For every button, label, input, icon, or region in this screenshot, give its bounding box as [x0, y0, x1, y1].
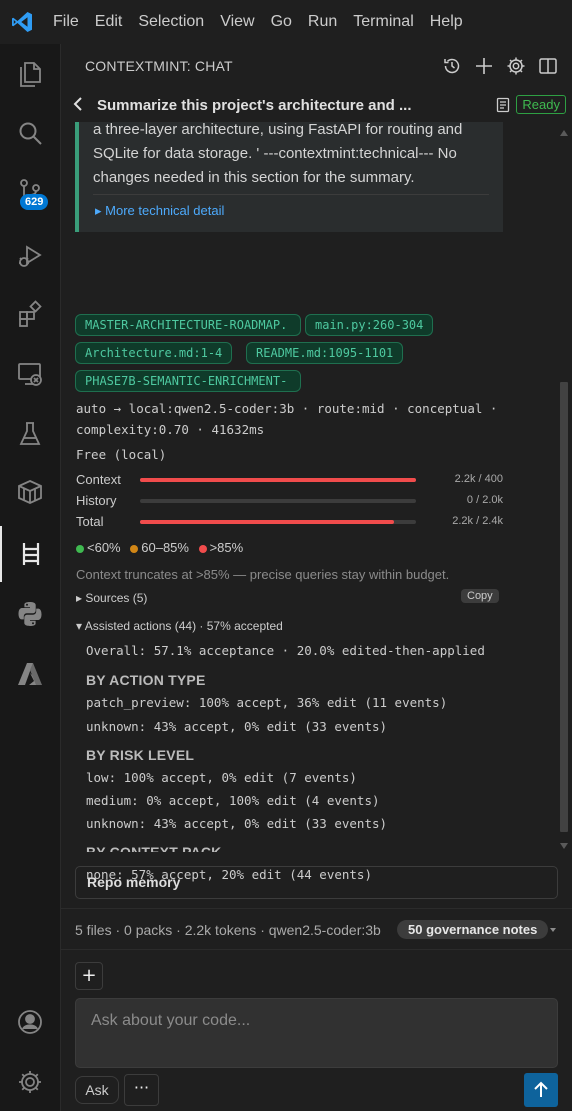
- send-arrow-icon: [534, 1081, 548, 1097]
- stat-line: patch_preview: 100% accept, 36% edit (11…: [86, 695, 448, 710]
- source-control-icon[interactable]: [0, 164, 60, 220]
- assisted-actions-toggle[interactable]: ▾ Assisted actions (44) · 57% accepted: [76, 619, 283, 633]
- green-dot-icon: [76, 544, 84, 553]
- panel-title: CONTEXTMINT: CHAT: [85, 58, 233, 74]
- context-bar-fill: [140, 478, 416, 482]
- menu-run[interactable]: Run: [300, 0, 345, 44]
- stat-line: unknown: 43% accept, 0% edit (33 events): [86, 719, 388, 734]
- response-text: a three-layer architecture, using FastAP…: [93, 122, 463, 186]
- menu-selection[interactable]: Selection: [130, 0, 212, 44]
- python-icon[interactable]: [0, 586, 60, 642]
- scroll-down-arrow-icon: [560, 843, 568, 849]
- scrollbar[interactable]: [557, 122, 571, 852]
- legend-item-red: >85%: [198, 540, 243, 555]
- orange-dot-icon: [130, 544, 139, 553]
- vscode-logo-icon: [0, 0, 44, 44]
- overall-stats: Overall: 57.1% acceptance · 20.0% edited…: [86, 643, 485, 658]
- mode-ask-button[interactable]: Ask: [75, 1076, 119, 1104]
- menu-edit[interactable]: Edit: [87, 0, 131, 44]
- stat-line: medium: 0% accept, 100% edit (4 events): [86, 793, 380, 808]
- testing-flask-icon[interactable]: [0, 406, 60, 462]
- history-icon[interactable]: [436, 50, 468, 82]
- source-chip[interactable]: MASTER-ARCHITECTURE-ROADMAP.: [75, 314, 301, 336]
- explorer-icon[interactable]: [0, 46, 60, 102]
- response-block: a three-layer architecture, using FastAP…: [75, 122, 503, 232]
- chat-title-bar: Summarize this project's architecture an…: [61, 88, 572, 122]
- context-bar: [140, 478, 416, 482]
- legend-item-green: <60%: [76, 540, 121, 555]
- total-bar: [140, 520, 416, 524]
- extensions-icon[interactable]: [0, 286, 60, 342]
- status-badge: Ready: [516, 95, 566, 114]
- ask-input[interactable]: [76, 999, 557, 1067]
- chat-panel: CONTEXTMINT: CHAT Summarize this project…: [60, 44, 572, 1111]
- tier-label: Free (local): [76, 447, 167, 462]
- history-bar-label: History: [76, 493, 117, 508]
- menu-view[interactable]: View: [212, 0, 262, 44]
- panel-header: CONTEXTMINT: CHAT: [61, 44, 572, 88]
- document-icon[interactable]: [496, 97, 510, 117]
- section-heading: BY CONTEXT PACK: [86, 844, 222, 852]
- menu-go[interactable]: Go: [263, 0, 300, 44]
- title-bar: File Edit Selection View Go Run Terminal…: [0, 0, 572, 44]
- governance-notes-pill[interactable]: 50 governance notes: [397, 920, 549, 939]
- search-icon[interactable]: [0, 106, 60, 162]
- ask-input-box[interactable]: [75, 998, 558, 1068]
- account-icon[interactable]: [0, 994, 60, 1050]
- settings-gear-icon[interactable]: [500, 50, 532, 82]
- source-chip[interactable]: Architecture.md:1-4: [75, 342, 233, 364]
- dropdown-chevron-icon[interactable]: [549, 927, 557, 933]
- history-bar-value: 0 / 2.0k: [466, 494, 503, 506]
- history-bar: [140, 499, 416, 503]
- menu-terminal[interactable]: Terminal: [345, 0, 421, 44]
- back-chevron-icon[interactable]: [73, 96, 83, 115]
- context-status-row: 5 files · 0 packs · 2.2k tokens · qwen2.…: [61, 908, 572, 950]
- stat-line: none: 57% accept, 20% edit (44 events): [86, 867, 372, 882]
- more-detail-link[interactable]: ▸ More technical detail: [95, 203, 224, 219]
- context-bar-value: 2.2k / 400: [454, 473, 503, 485]
- section-heading: BY RISK LEVEL: [86, 747, 195, 763]
- budget-legend: <60% 60–85% >85%: [76, 540, 243, 555]
- activity-bar: 629: [0, 44, 60, 1111]
- chat-title: Summarize this project's architecture an…: [97, 96, 412, 114]
- section-heading: BY ACTION TYPE: [86, 672, 206, 688]
- divider: [93, 194, 489, 195]
- stat-line: unknown: 43% accept, 0% edit (33 events): [86, 816, 388, 831]
- source-chip[interactable]: README.md:1095-1101: [246, 342, 404, 364]
- context-summary: 5 files · 0 packs · 2.2k tokens · qwen2.…: [75, 922, 381, 938]
- legend-item-orange: 60–85%: [130, 540, 189, 555]
- route-info-line: auto → local:qwen2.5-coder:3b · route:mi…: [76, 401, 498, 416]
- total-bar-label: Total: [76, 514, 104, 529]
- package-box-icon[interactable]: [0, 464, 60, 520]
- copy-button[interactable]: Copy: [461, 589, 499, 603]
- stat-line: low: 100% accept, 0% edit (7 events): [86, 770, 357, 785]
- total-bar-value: 2.2k / 2.4k: [452, 515, 503, 527]
- remote-explorer-icon[interactable]: [0, 346, 60, 402]
- menu-file[interactable]: File: [44, 0, 87, 44]
- context-bar-label: Context: [76, 472, 121, 487]
- split-layout-icon[interactable]: [532, 50, 564, 82]
- red-dot-icon: [198, 544, 207, 553]
- route-info-line: complexity:0.70 · 41632ms: [76, 422, 265, 437]
- new-chat-plus-icon[interactable]: [468, 50, 500, 82]
- azure-icon[interactable]: [0, 646, 60, 702]
- attach-plus-button[interactable]: +: [75, 962, 103, 990]
- source-chip[interactable]: PHASE7B-SEMANTIC-ENRICHMENT-: [75, 370, 301, 392]
- total-bar-fill: [140, 520, 394, 524]
- contextmint-icon[interactable]: [0, 526, 60, 582]
- menu-help[interactable]: Help: [422, 0, 471, 44]
- scrollbar-thumb[interactable]: [560, 382, 568, 832]
- source-chip[interactable]: main.py:260-304: [305, 314, 434, 336]
- sources-toggle[interactable]: ▸ Sources (5): [76, 591, 147, 605]
- send-button[interactable]: [524, 1073, 558, 1107]
- chat-scroll-area[interactable]: a three-layer architecture, using FastAP…: [61, 122, 572, 852]
- manage-gear-icon[interactable]: [0, 1054, 60, 1110]
- scroll-up-arrow-icon: [560, 130, 568, 136]
- more-options-button[interactable]: ···: [124, 1074, 159, 1106]
- budget-note: Context truncates at >85% — precise quer…: [76, 567, 450, 582]
- run-debug-icon[interactable]: [0, 228, 60, 284]
- scm-count-badge: 629: [20, 194, 49, 210]
